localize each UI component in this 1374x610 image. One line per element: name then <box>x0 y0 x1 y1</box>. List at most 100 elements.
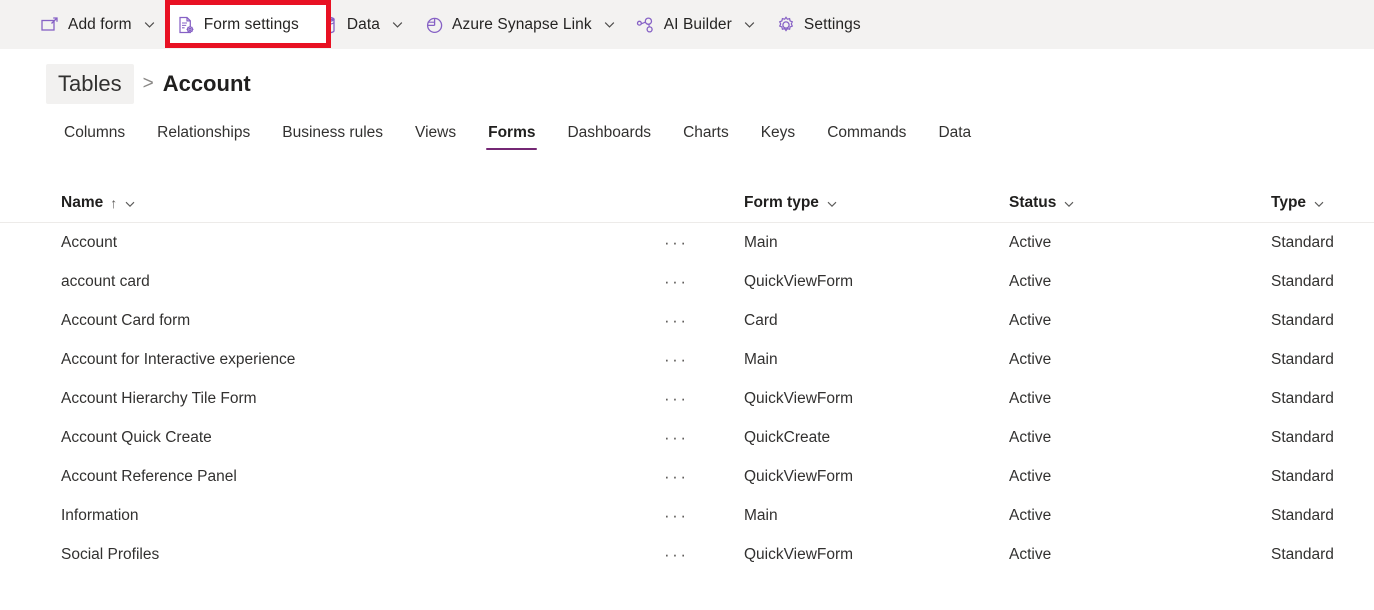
table-row[interactable]: account card··· QuickViewFormActiveStanda… <box>0 262 1374 301</box>
chevron-down-icon <box>391 18 404 31</box>
row-name-cell[interactable]: Social Profiles <box>0 546 658 564</box>
row-type-cell: Standard <box>1271 351 1360 369</box>
command-settings-label: Settings <box>804 16 861 34</box>
row-more-options-icon[interactable]: ··· <box>658 425 694 450</box>
row-name-cell[interactable]: Account <box>0 234 658 252</box>
row-form-type-cell: Card <box>744 312 1009 330</box>
row-status-cell: Active <box>1009 429 1271 447</box>
table-row[interactable]: Social Profiles··· QuickViewFormActiveSta… <box>0 535 1374 574</box>
tab-commands[interactable]: Commands <box>811 118 922 152</box>
column-header-form-type[interactable]: Form type <box>744 194 1009 212</box>
add-form-icon <box>40 15 60 35</box>
column-header-status-label: Status <box>1009 194 1056 212</box>
table-row[interactable]: Account···MainActiveStandard <box>0 223 1374 262</box>
row-form-type-cell: Main <box>744 234 1009 252</box>
row-actions-cell: ··· <box>658 425 744 450</box>
chevron-down-icon <box>143 18 156 31</box>
tab-forms[interactable]: Forms <box>472 118 551 152</box>
column-header-form-type-label: Form type <box>744 194 819 212</box>
row-more-options-icon[interactable]: ··· <box>658 230 694 255</box>
command-form-settings[interactable]: Form settings <box>166 5 309 45</box>
column-header-status[interactable]: Status <box>1009 194 1271 212</box>
chevron-down-icon[interactable] <box>1063 197 1075 209</box>
row-actions-cell: ··· <box>658 464 744 489</box>
gear-icon <box>776 15 796 35</box>
command-settings[interactable]: Settings <box>766 5 871 45</box>
entity-tab-list: Columns Relationships Business rules Vie… <box>0 110 1374 152</box>
row-name-cell[interactable]: Account Quick Create <box>0 429 658 447</box>
table-row[interactable]: Account Reference Panel···QuickViewFormA… <box>0 457 1374 496</box>
row-name-cell[interactable]: Account Reference Panel <box>0 468 658 486</box>
row-more-options-icon[interactable]: ··· <box>658 308 694 333</box>
database-icon <box>319 15 339 35</box>
table-row[interactable]: Account for Interactive experience··· Mai… <box>0 340 1374 379</box>
column-header-type[interactable]: Type <box>1271 194 1360 212</box>
tab-views[interactable]: Views <box>399 118 472 152</box>
sort-ascending-icon: ↑ <box>110 195 117 211</box>
row-form-type-cell: QuickViewForm <box>744 390 1009 408</box>
command-azure-synapse-link-label: Azure Synapse Link <box>452 16 592 34</box>
chevron-down-icon <box>603 18 616 31</box>
row-more-options-icon[interactable]: ··· <box>658 347 694 372</box>
table-row[interactable]: Information···MainActiveStandard <box>0 496 1374 535</box>
row-name-cell[interactable]: Account Hierarchy Tile Form <box>0 390 658 408</box>
tab-dashboards[interactable]: Dashboards <box>551 118 667 152</box>
row-type-cell: Standard <box>1271 546 1360 564</box>
grid-header-row: Name ↑ Form type <box>0 183 1374 223</box>
forms-grid: Name ↑ Form type <box>0 183 1374 574</box>
ai-builder-icon <box>636 15 656 35</box>
command-form-settings-label: Form settings <box>204 16 299 34</box>
row-type-cell: Standard <box>1271 468 1360 486</box>
command-ai-builder[interactable]: AI Builder <box>626 5 766 45</box>
tab-relationships[interactable]: Relationships <box>141 118 266 152</box>
row-name-cell[interactable]: Information <box>0 507 658 525</box>
azure-synapse-link-icon <box>424 15 444 35</box>
row-actions-cell: ··· <box>658 269 744 294</box>
row-actions-cell: ··· <box>658 386 744 411</box>
breadcrumb-item-tables[interactable]: Tables <box>46 64 134 104</box>
command-add-form[interactable]: Add form <box>30 5 166 45</box>
chevron-down-icon[interactable] <box>124 197 136 209</box>
tab-keys[interactable]: Keys <box>745 118 811 152</box>
column-header-type-label: Type <box>1271 194 1306 212</box>
row-more-options-icon[interactable]: ··· <box>658 542 694 567</box>
row-type-cell: Standard <box>1271 507 1360 525</box>
column-header-name[interactable]: Name ↑ <box>0 194 658 212</box>
row-type-cell: Standard <box>1271 429 1360 447</box>
row-more-options-icon[interactable]: ··· <box>658 464 694 489</box>
breadcrumb-separator-icon: > <box>134 73 163 95</box>
row-name-cell[interactable]: Account for Interactive experience <box>0 351 658 369</box>
table-row[interactable]: Account Hierarchy Tile Form··· QuickViewF… <box>0 379 1374 418</box>
row-form-type-cell: QuickViewForm <box>744 273 1009 291</box>
column-header-name-label: Name <box>61 194 103 212</box>
tab-charts[interactable]: Charts <box>667 118 745 152</box>
table-row[interactable]: Account Card form···CardActiveStandard <box>0 301 1374 340</box>
tab-data[interactable]: Data <box>922 118 987 152</box>
row-status-cell: Active <box>1009 468 1271 486</box>
form-settings-icon <box>176 15 196 35</box>
command-azure-synapse-link[interactable]: Azure Synapse Link <box>414 5 626 45</box>
row-type-cell: Standard <box>1271 273 1360 291</box>
tab-columns[interactable]: Columns <box>48 118 141 152</box>
row-form-type-cell: QuickViewForm <box>744 546 1009 564</box>
row-status-cell: Active <box>1009 273 1271 291</box>
row-name-cell[interactable]: account card <box>0 273 658 291</box>
row-type-cell: Standard <box>1271 312 1360 330</box>
row-more-options-icon[interactable]: ··· <box>658 269 694 294</box>
row-more-options-icon[interactable]: ··· <box>658 503 694 528</box>
row-actions-cell: ··· <box>658 308 744 333</box>
row-form-type-cell: Main <box>744 351 1009 369</box>
row-form-type-cell: QuickCreate <box>744 429 1009 447</box>
command-data[interactable]: Data <box>309 5 414 45</box>
row-actions-cell: ··· <box>658 347 744 372</box>
chevron-down-icon[interactable] <box>826 197 838 209</box>
row-name-cell[interactable]: Account Card form <box>0 312 658 330</box>
page-title: Account <box>163 70 251 98</box>
chevron-down-icon <box>743 18 756 31</box>
tab-business-rules[interactable]: Business rules <box>266 118 399 152</box>
row-status-cell: Active <box>1009 546 1271 564</box>
chevron-down-icon[interactable] <box>1313 197 1325 209</box>
command-add-form-label: Add form <box>68 16 132 34</box>
row-more-options-icon[interactable]: ··· <box>658 386 694 411</box>
table-row[interactable]: Account Quick Create··· QuickCreateActive… <box>0 418 1374 457</box>
